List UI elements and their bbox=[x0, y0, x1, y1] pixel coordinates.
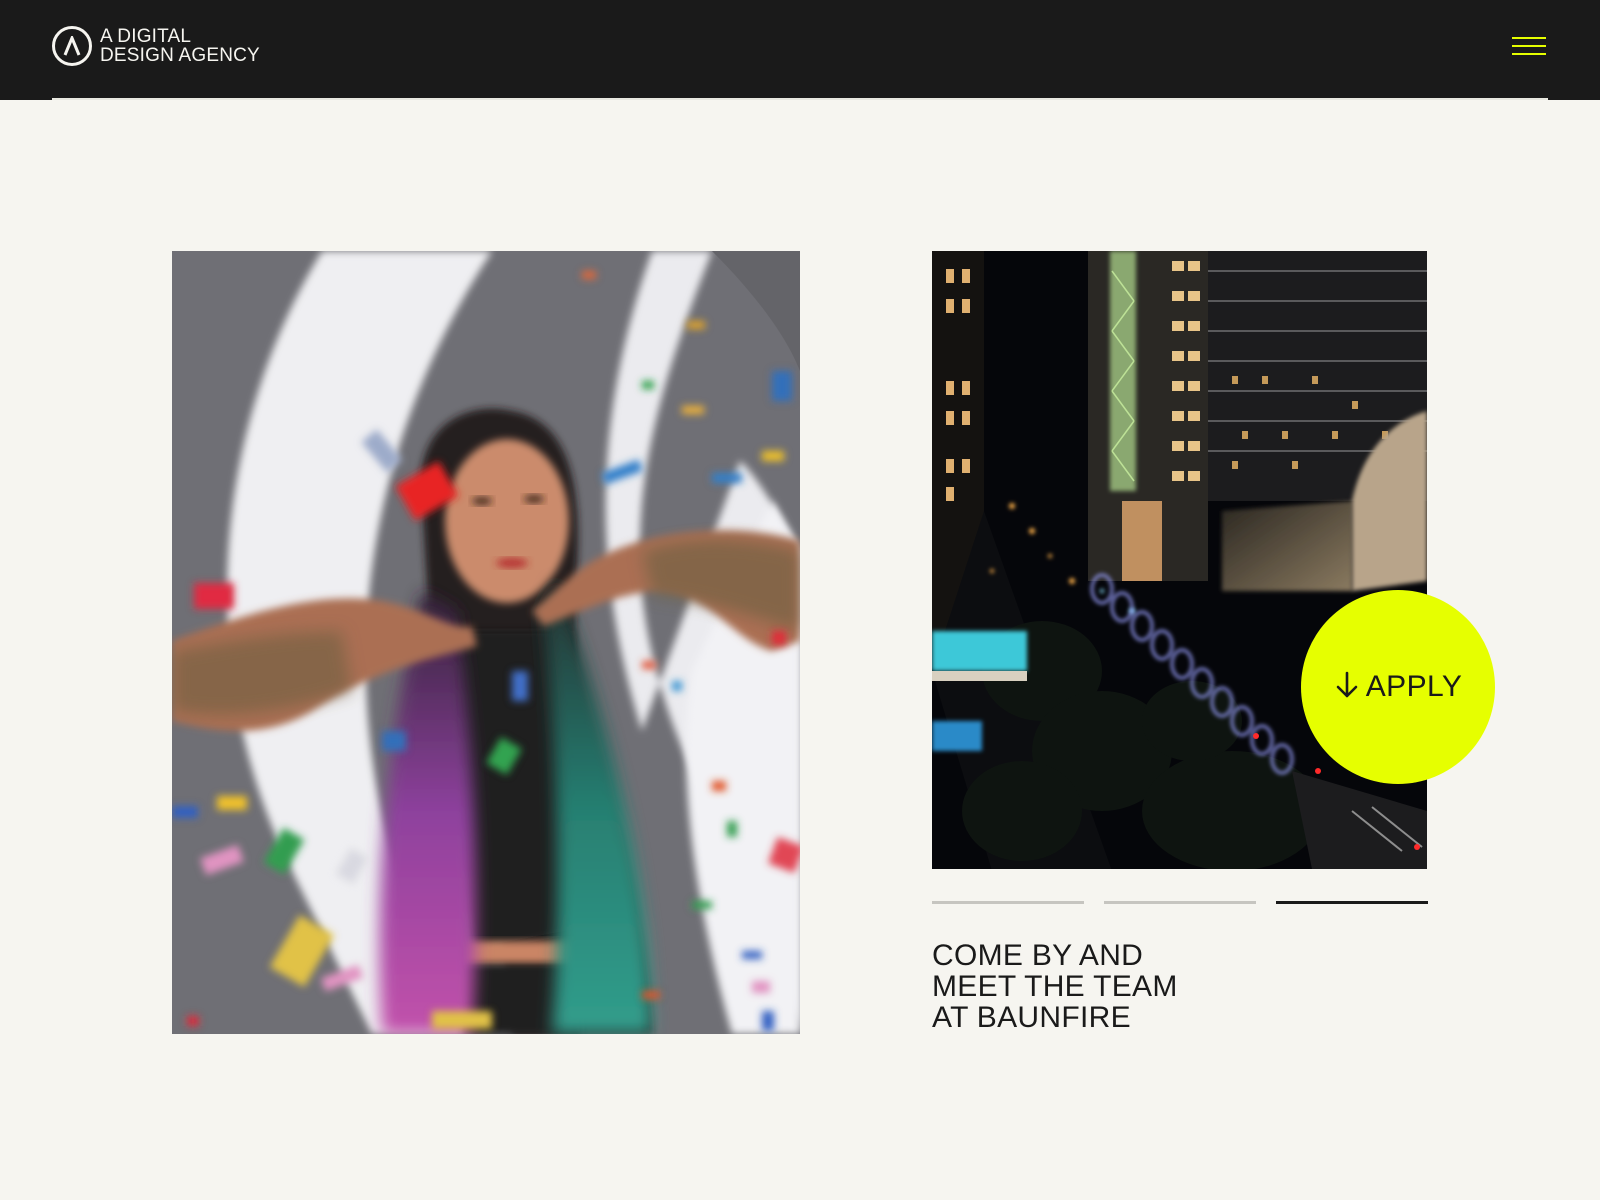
slider-progress-bar-3[interactable] bbox=[1276, 901, 1428, 904]
logo-line-2: DESIGN AGENCY bbox=[100, 45, 260, 66]
slider-progress-bar-2[interactable] bbox=[1104, 901, 1256, 904]
apply-button[interactable]: APPLY bbox=[1301, 590, 1495, 784]
slider-progress-bar-1[interactable] bbox=[932, 901, 1084, 904]
site-header: A DIGITAL DESIGN AGENCY bbox=[0, 0, 1600, 100]
logo-wordmark: A DIGITAL DESIGN AGENCY bbox=[100, 27, 260, 65]
city-night-aerial-photo bbox=[932, 251, 1427, 869]
caption-line-3: AT BAUNFIRE bbox=[932, 1001, 1131, 1034]
apply-label: APPLY bbox=[1365, 670, 1463, 703]
caption-line-2: MEET THE TEAM bbox=[932, 970, 1178, 1003]
caption-line-1: COME BY AND bbox=[932, 939, 1144, 972]
site-logo[interactable]: A DIGITAL DESIGN AGENCY bbox=[52, 26, 260, 66]
logo-icon bbox=[52, 26, 92, 66]
woman-confetti-photo bbox=[172, 251, 800, 1034]
hamburger-menu-icon[interactable] bbox=[1510, 34, 1548, 60]
logo-line-1: A DIGITAL bbox=[100, 26, 192, 47]
header-divider bbox=[52, 98, 1548, 100]
team-caption: COME BY AND MEET THE TEAM AT BAUNFIRE bbox=[932, 940, 1392, 1033]
arrow-down-icon bbox=[1334, 670, 1360, 705]
